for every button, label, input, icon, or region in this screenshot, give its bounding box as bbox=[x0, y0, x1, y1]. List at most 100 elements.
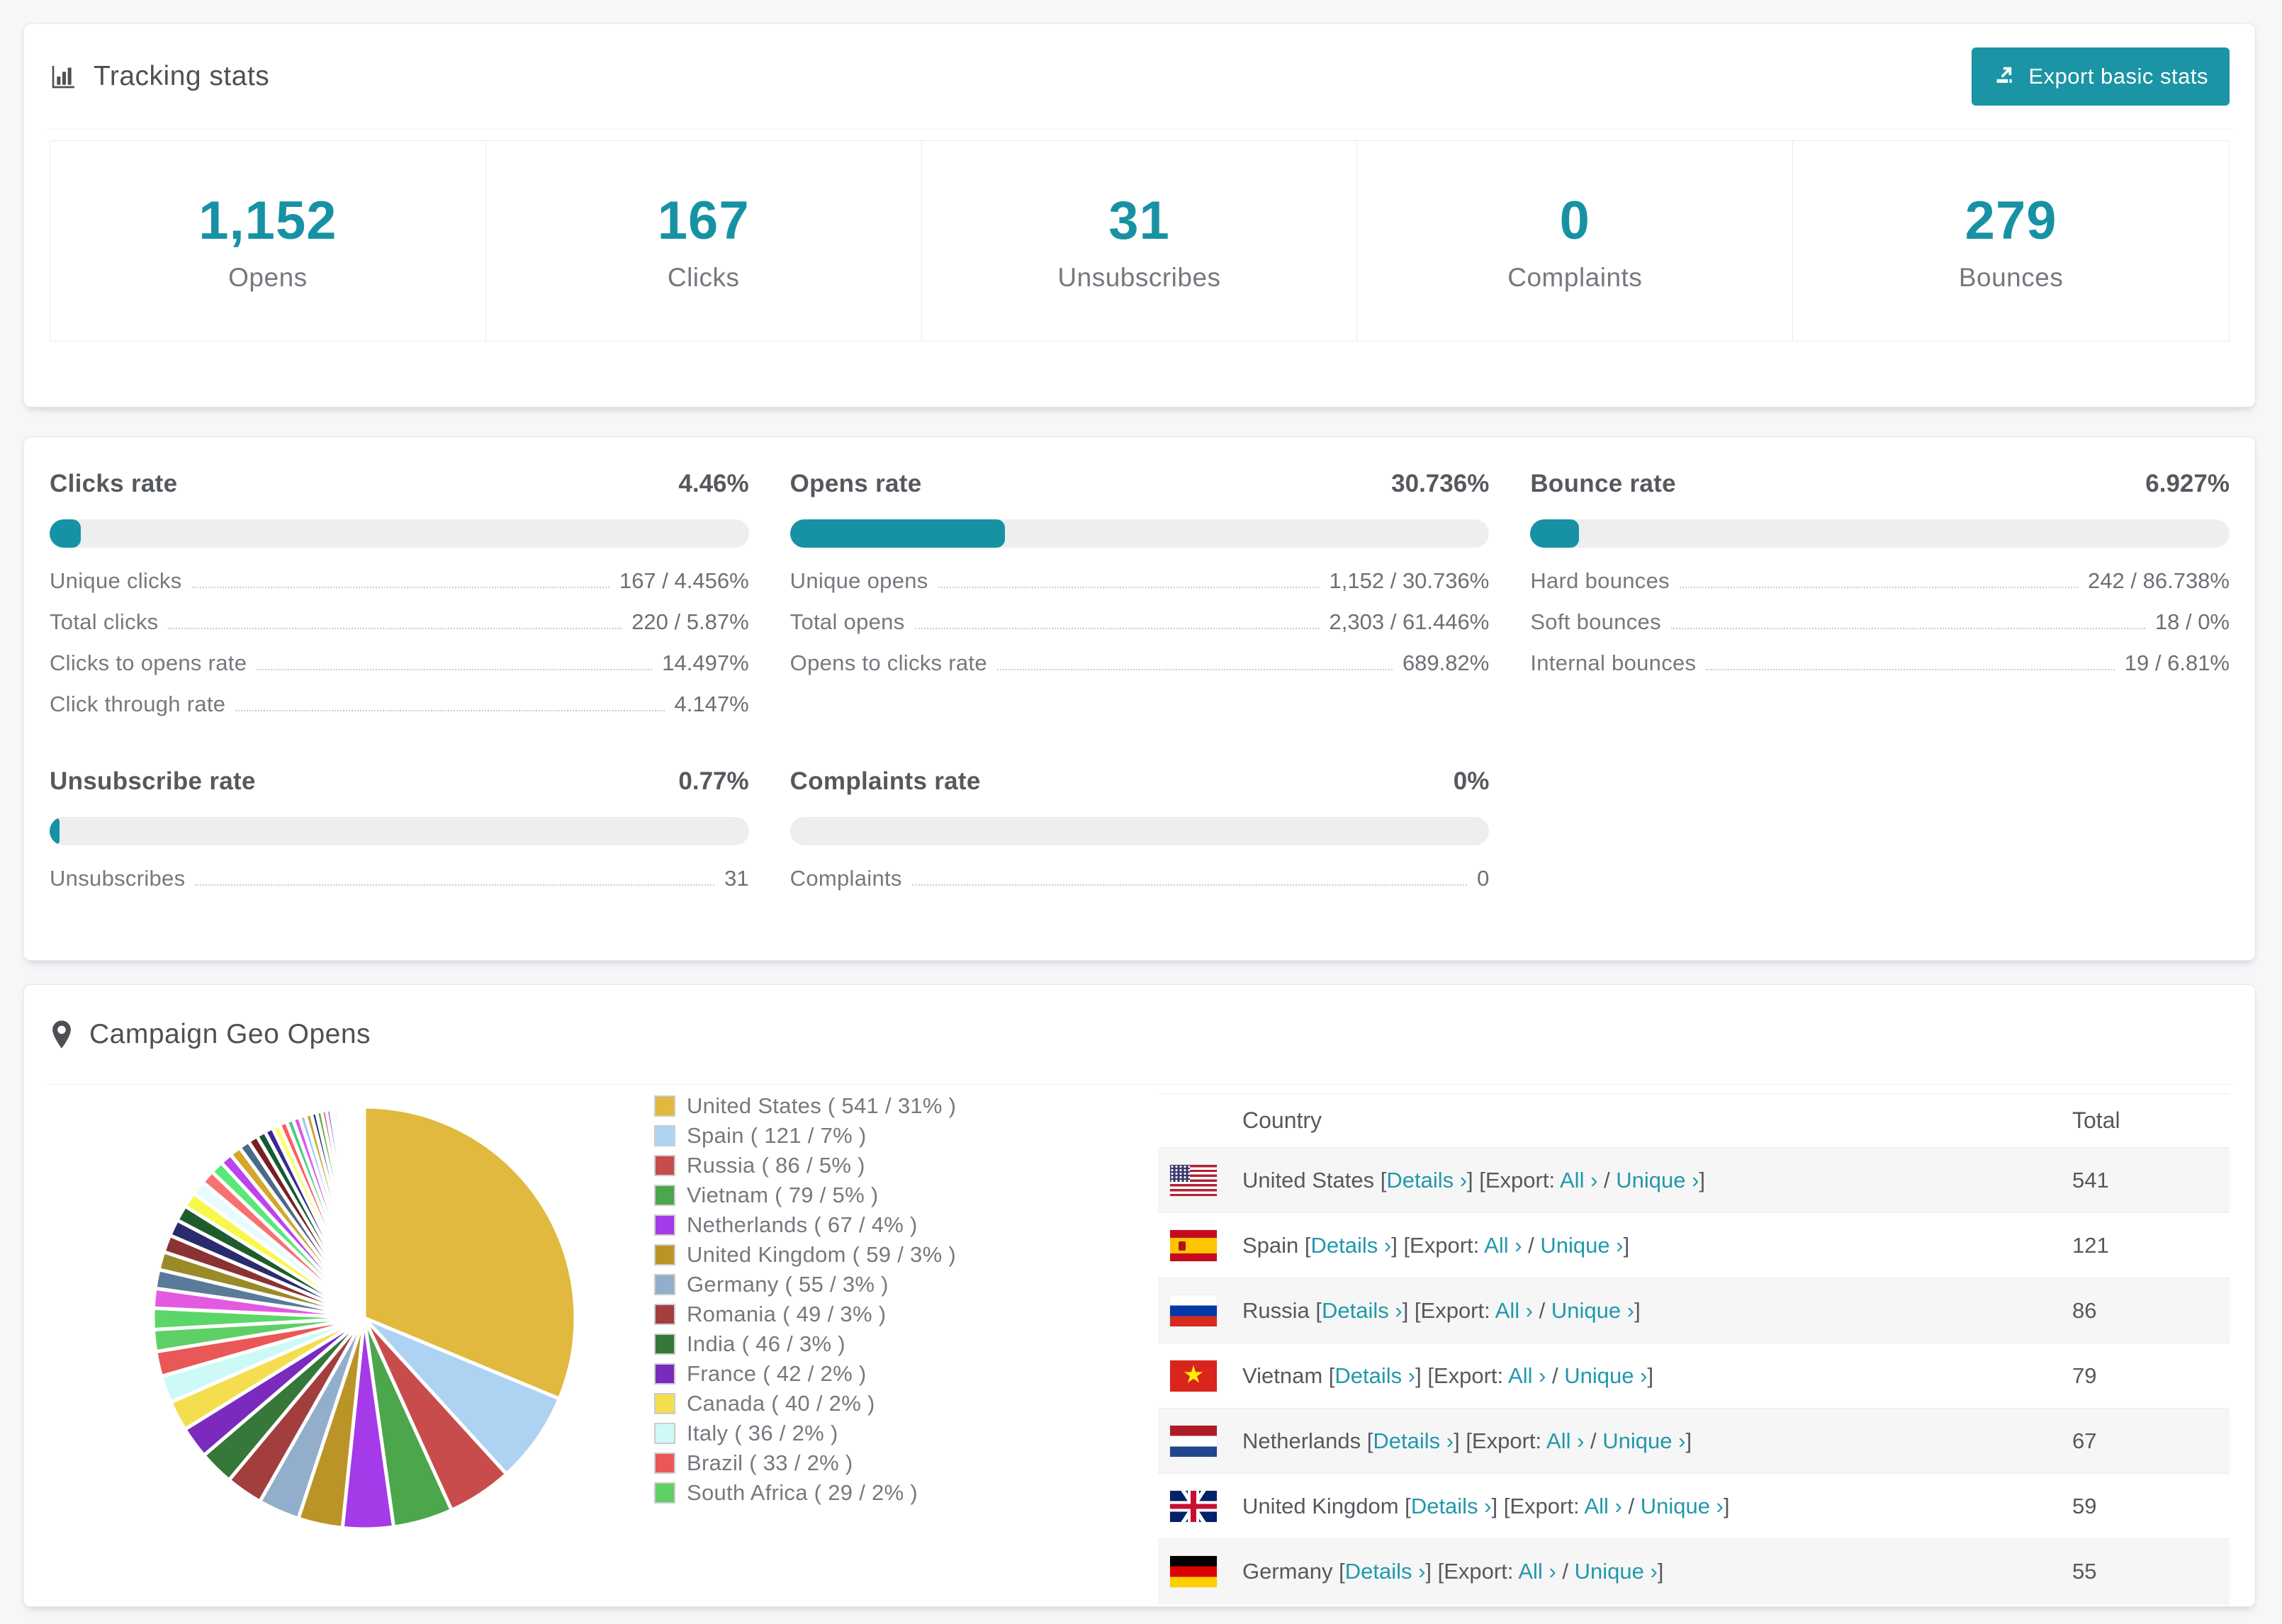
rate-block-complaints-rate: Complaints rate 0% Complaints 0 bbox=[789, 767, 1490, 891]
progress-bar bbox=[789, 519, 1490, 548]
export-unique-link[interactable]: Unique › bbox=[1641, 1494, 1724, 1518]
rate-row-label: Internal bounces bbox=[1530, 650, 1697, 675]
stat-label: Clicks bbox=[667, 262, 740, 292]
export-unique-link[interactable]: Unique › bbox=[1540, 1233, 1623, 1258]
details-link[interactable]: Details › bbox=[1322, 1298, 1403, 1323]
progress-bar bbox=[1530, 519, 2230, 548]
stat-label: Opens bbox=[228, 262, 308, 292]
rate-row: Complaints 0 bbox=[790, 866, 1490, 891]
details-link[interactable]: Details › bbox=[1411, 1494, 1492, 1518]
export-all-link[interactable]: All › bbox=[1518, 1559, 1556, 1584]
total-cell: 86 bbox=[2072, 1297, 2097, 1323]
rate-row-value: 4.147% bbox=[674, 692, 749, 716]
export-unique-link[interactable]: Unique › bbox=[1551, 1298, 1634, 1323]
rate-row-label: Unique clicks bbox=[50, 568, 182, 593]
geo-opens-table: Country Total United States [Details ›] … bbox=[1158, 1093, 2230, 1604]
legend-label: South Africa ( 29 / 2% ) bbox=[687, 1480, 918, 1505]
legend-swatch bbox=[654, 1482, 675, 1504]
progress-bar bbox=[789, 817, 1490, 845]
rate-row-value: 242 / 86.738% bbox=[2088, 568, 2230, 593]
rate-row-label: Click through rate bbox=[50, 692, 226, 716]
rate-block-unsubscribe-rate: Unsubscribe rate 0.77% Unsubscribes 31 bbox=[50, 767, 749, 891]
legend-label: Vietnam ( 79 / 5% ) bbox=[687, 1183, 879, 1207]
legend-item-germany: Germany ( 55 / 3% ) bbox=[654, 1270, 1150, 1299]
total-cell: 541 bbox=[2072, 1167, 2109, 1192]
country-cell: Russia [Details ›] [Export: All › / Uniq… bbox=[1242, 1297, 1641, 1323]
legend-item-france: France ( 42 / 2% ) bbox=[654, 1359, 1150, 1389]
rate-row-value: 689.82% bbox=[1402, 650, 1490, 675]
details-link[interactable]: Details › bbox=[1373, 1428, 1454, 1453]
country-cell: Netherlands [Details ›] [Export: All › /… bbox=[1242, 1428, 1692, 1453]
rate-row: Total clicks 220 / 5.87% bbox=[50, 609, 749, 634]
rate-row-label: Total opens bbox=[789, 609, 905, 634]
dotted-leader bbox=[914, 628, 1320, 629]
country-cell: Spain [Details ›] [Export: All › / Uniqu… bbox=[1242, 1232, 1630, 1258]
progress-bar-fill bbox=[789, 519, 1005, 548]
export-all-link[interactable]: All › bbox=[1546, 1428, 1584, 1453]
rate-rows: Unsubscribes 31 bbox=[50, 866, 749, 891]
details-link[interactable]: Details › bbox=[1345, 1559, 1426, 1584]
tracking-stats-card: Tracking stats Export basic stats 1,152 O… bbox=[23, 23, 2256, 407]
details-link[interactable]: Details › bbox=[1386, 1168, 1467, 1192]
rate-row: Total opens 2,303 / 61.446% bbox=[790, 609, 1490, 634]
legend-label: Germany ( 55 / 3% ) bbox=[687, 1272, 889, 1297]
rate-title: Clicks rate bbox=[50, 470, 178, 497]
legend-label: France ( 42 / 2% ) bbox=[687, 1361, 867, 1386]
stat-box-unsubscribes: 31 Unsubscribes bbox=[922, 141, 1358, 341]
legend-label: Russia ( 86 / 5% ) bbox=[687, 1153, 865, 1178]
details-link[interactable]: Details › bbox=[1334, 1363, 1415, 1388]
legend-item-netherlands: Netherlands ( 67 / 4% ) bbox=[654, 1210, 1150, 1240]
legend-item-united-states: United States ( 541 / 31% ) bbox=[654, 1091, 1150, 1121]
progress-bar-fill bbox=[50, 519, 81, 548]
export-basic-stats-button[interactable]: Export basic stats bbox=[1972, 47, 2230, 106]
flag-ru-icon bbox=[1170, 1295, 1217, 1326]
rate-title: Unsubscribe rate bbox=[50, 767, 256, 795]
export-unique-link[interactable]: Unique › bbox=[1602, 1428, 1685, 1453]
legend-swatch bbox=[654, 1274, 675, 1295]
export-all-link[interactable]: All › bbox=[1484, 1233, 1522, 1258]
rate-row-value: 19 / 6.81% bbox=[2124, 650, 2230, 675]
dotted-leader bbox=[911, 884, 1468, 886]
campaign-geo-opens-card: Campaign Geo Opens United States ( 541 /… bbox=[23, 984, 2256, 1607]
rate-row: Unique clicks 167 / 4.456% bbox=[50, 568, 749, 593]
export-all-link[interactable]: All › bbox=[1560, 1168, 1597, 1192]
legend-label: United States ( 541 / 31% ) bbox=[687, 1093, 957, 1118]
country-cell: United States [Details ›] [Export: All ›… bbox=[1242, 1167, 1706, 1192]
rate-row-value: 31 bbox=[724, 866, 749, 891]
legend-label: Romania ( 49 / 3% ) bbox=[687, 1302, 887, 1326]
country-cell: United Kingdom [Details ›] [Export: All … bbox=[1242, 1493, 1730, 1518]
progress-bar bbox=[50, 519, 749, 548]
export-unique-link[interactable]: Unique › bbox=[1616, 1168, 1699, 1192]
stat-value: 0 bbox=[1559, 190, 1590, 251]
export-unique-link[interactable]: Unique › bbox=[1575, 1559, 1658, 1584]
dotted-leader bbox=[1706, 669, 2115, 670]
export-unique-link[interactable]: Unique › bbox=[1564, 1363, 1647, 1388]
legend-item-india: India ( 46 / 3% ) bbox=[654, 1329, 1150, 1359]
legend-item-south-africa: South Africa ( 29 / 2% ) bbox=[654, 1478, 1150, 1508]
table-row-de: Germany [Details ›] [Export: All › / Uni… bbox=[1158, 1539, 2230, 1604]
legend-swatch bbox=[654, 1363, 675, 1385]
flag-us-icon bbox=[1170, 1164, 1217, 1196]
legend-label: Spain ( 121 / 7% ) bbox=[687, 1123, 867, 1148]
stat-value: 31 bbox=[1108, 190, 1170, 251]
flag-vn-icon bbox=[1170, 1360, 1217, 1392]
rate-title: Bounce rate bbox=[1530, 470, 1676, 497]
stats-grid: 1,152 Opens 167 Clicks 31 Unsubscribes 0 Compla… bbox=[50, 140, 2230, 342]
rate-rows: Unique opens 1,152 / 30.736% Total opens 2,… bbox=[790, 568, 1490, 675]
export-all-link[interactable]: All › bbox=[1508, 1363, 1546, 1388]
details-link[interactable]: Details › bbox=[1311, 1233, 1392, 1258]
stat-label: Complaints bbox=[1507, 262, 1643, 292]
rate-block-bounce-rate: Bounce rate 6.927% Hard bounces 242 / 86.73… bbox=[1530, 470, 2230, 712]
rate-head: Bounce rate 6.927% bbox=[1530, 470, 2230, 498]
export-all-link[interactable]: All › bbox=[1495, 1298, 1533, 1323]
geo-title-wrap: Campaign Geo Opens bbox=[50, 1019, 371, 1050]
rate-row: Hard bounces 242 / 86.738% bbox=[1530, 568, 2230, 593]
legend-swatch bbox=[654, 1155, 675, 1176]
export-all-link[interactable]: All › bbox=[1584, 1494, 1621, 1518]
page-title: Tracking stats bbox=[94, 61, 270, 91]
tracking-stats-title: Tracking stats bbox=[50, 61, 269, 92]
legend-label: Brazil ( 33 / 2% ) bbox=[687, 1450, 853, 1475]
legend-swatch bbox=[654, 1244, 675, 1265]
rate-head: Opens rate 30.736% bbox=[790, 470, 1490, 498]
rate-row-label: Hard bounces bbox=[1530, 568, 1670, 593]
